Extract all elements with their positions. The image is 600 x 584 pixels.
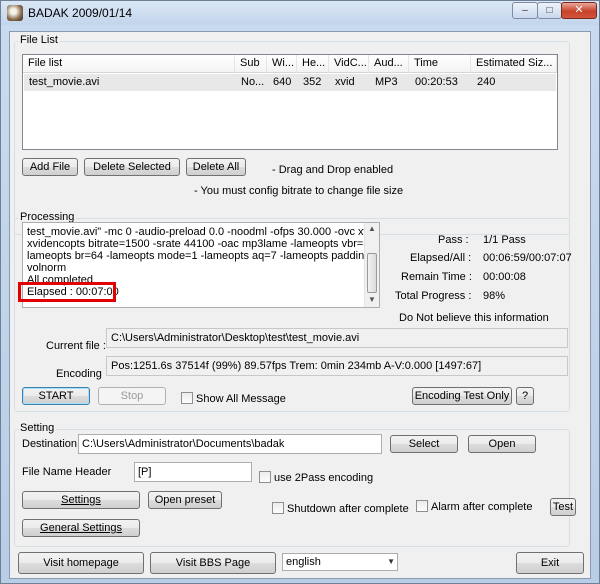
open-preset-button[interactable]: Open preset [148, 491, 222, 509]
app-window: BADAK 2009/01/14 – □ ✕ File List File li… [0, 0, 600, 584]
cell-audio: MP3 [375, 76, 398, 88]
log-line: lameopts br=64 -lameopts mode=1 -lameopt… [27, 250, 380, 262]
pass-label: Pass : [438, 234, 469, 246]
cell-video: xvid [335, 76, 355, 88]
language-select[interactable]: english ▼ [282, 553, 398, 571]
encoding-label: Encoding [56, 368, 102, 380]
delete-all-button[interactable]: Delete All [186, 158, 246, 176]
chevron-down-icon[interactable]: ▼ [387, 554, 395, 570]
cell-width: 640 [273, 76, 292, 88]
column-header-sub[interactable]: Sub [235, 55, 267, 73]
remain-value: 00:00:08 [483, 271, 526, 283]
use-2pass-checkbox[interactable] [259, 471, 271, 483]
pass-value: 1/1 Pass [483, 234, 526, 246]
destination-input[interactable]: C:\Users\Administrator\Documents\badak [78, 434, 382, 454]
client-area: File List File list Sub Wi... He... VidC… [9, 31, 591, 579]
cell-time: 00:20:53 [415, 76, 458, 88]
encoding-test-button[interactable]: Encoding Test Only [412, 387, 512, 405]
open-button[interactable]: Open [468, 435, 536, 453]
column-header-estimated-size[interactable]: Estimated Siz... [471, 55, 557, 73]
file-name-header-label: File Name Header [22, 466, 112, 478]
encoding-status-field: Pos:1251.6s 37514f (99%) 89.57fps Trem: … [106, 356, 568, 376]
help-button[interactable]: ? [516, 387, 534, 405]
column-header-width[interactable]: Wi... [267, 55, 297, 73]
column-header-file[interactable]: File list [23, 55, 235, 73]
log-line: volnorm [27, 262, 67, 274]
app-icon [7, 5, 23, 21]
settings-button[interactable]: Settings [22, 491, 140, 509]
stop-button[interactable]: Stop [98, 387, 166, 405]
alarm-checkbox[interactable] [416, 500, 428, 512]
close-icon[interactable]: ✕ [561, 2, 597, 19]
exit-button[interactable]: Exit [516, 552, 584, 574]
start-button[interactable]: START [22, 387, 90, 405]
log-line: xvidencopts bitrate=1500 -srate 44100 -o… [27, 238, 377, 250]
file-name-header-input[interactable]: [P] [134, 462, 252, 482]
column-header-audio[interactable]: Aud... [369, 55, 409, 73]
current-file-field: C:\Users\Administrator\Desktop\test\test… [106, 328, 568, 348]
cell-size: 240 [477, 76, 496, 88]
show-all-message-label[interactable]: Show All Message [196, 393, 286, 405]
general-settings-button-label: General Settings [40, 522, 122, 534]
select-button[interactable]: Select [390, 435, 458, 453]
cell-height: 352 [303, 76, 322, 88]
show-all-message-checkbox[interactable] [181, 392, 193, 404]
maximize-icon[interactable]: □ [537, 2, 562, 19]
info-note: Do Not believe this information [399, 312, 549, 324]
use-2pass-label[interactable]: use 2Pass encoding [274, 472, 373, 484]
general-settings-button[interactable]: General Settings [22, 519, 140, 537]
destination-label: Destination [22, 438, 78, 450]
remain-label: Remain Time : [401, 271, 472, 283]
alarm-label[interactable]: Alarm after complete [431, 501, 532, 513]
delete-selected-button[interactable]: Delete Selected [84, 158, 180, 176]
elapsed-label: Elapsed/All : [410, 252, 472, 264]
minimize-icon[interactable]: – [512, 2, 538, 19]
progress-label: Total Progress : [395, 290, 472, 302]
table-row[interactable]: test_movie.avi No... 640 352 xvid MP3 00… [24, 74, 556, 91]
language-select-value: english [286, 556, 321, 568]
shutdown-checkbox[interactable] [272, 502, 284, 514]
scroll-thumb[interactable] [367, 253, 377, 293]
progress-value: 98% [483, 290, 506, 302]
current-file-label: Current file : [46, 340, 106, 352]
settings-button-label: Settings [61, 494, 101, 506]
scroll-up-icon[interactable]: ▲ [368, 224, 376, 233]
bitrate-note: - You must config bitrate to change file… [194, 185, 404, 197]
title-bar[interactable]: BADAK 2009/01/14 – □ ✕ [1, 1, 599, 25]
log-line: test_movie.avi" -mc 0 -audio-preload 0.0… [27, 226, 380, 238]
column-header-time[interactable]: Time [409, 55, 471, 73]
drag-drop-note: - Drag and Drop enabled [272, 164, 394, 176]
elapsed-value: 00:06:59/00:07:07 [483, 252, 572, 264]
elapsed-highlight-box [18, 282, 116, 302]
column-header-height[interactable]: He... [297, 55, 329, 73]
visit-homepage-button[interactable]: Visit homepage [18, 552, 144, 574]
window-title: BADAK 2009/01/14 [28, 6, 133, 20]
scroll-down-icon[interactable]: ▼ [368, 295, 376, 304]
cell-sub: No... [241, 76, 265, 88]
alarm-test-button[interactable]: Test [550, 498, 576, 516]
visit-bbs-button[interactable]: Visit BBS Page [150, 552, 276, 574]
column-header-video-codec[interactable]: VidC... [329, 55, 369, 73]
setting-group-label: Setting [18, 422, 57, 434]
file-list-view[interactable]: File list Sub Wi... He... VidC... Aud...… [22, 54, 558, 150]
file-list-group-label: File List [18, 34, 60, 46]
log-scrollbar[interactable]: ▲ ▼ [364, 223, 379, 307]
add-file-button[interactable]: Add File [22, 158, 78, 176]
shutdown-label[interactable]: Shutdown after complete [287, 503, 409, 515]
cell-file: test_movie.avi [29, 76, 100, 88]
